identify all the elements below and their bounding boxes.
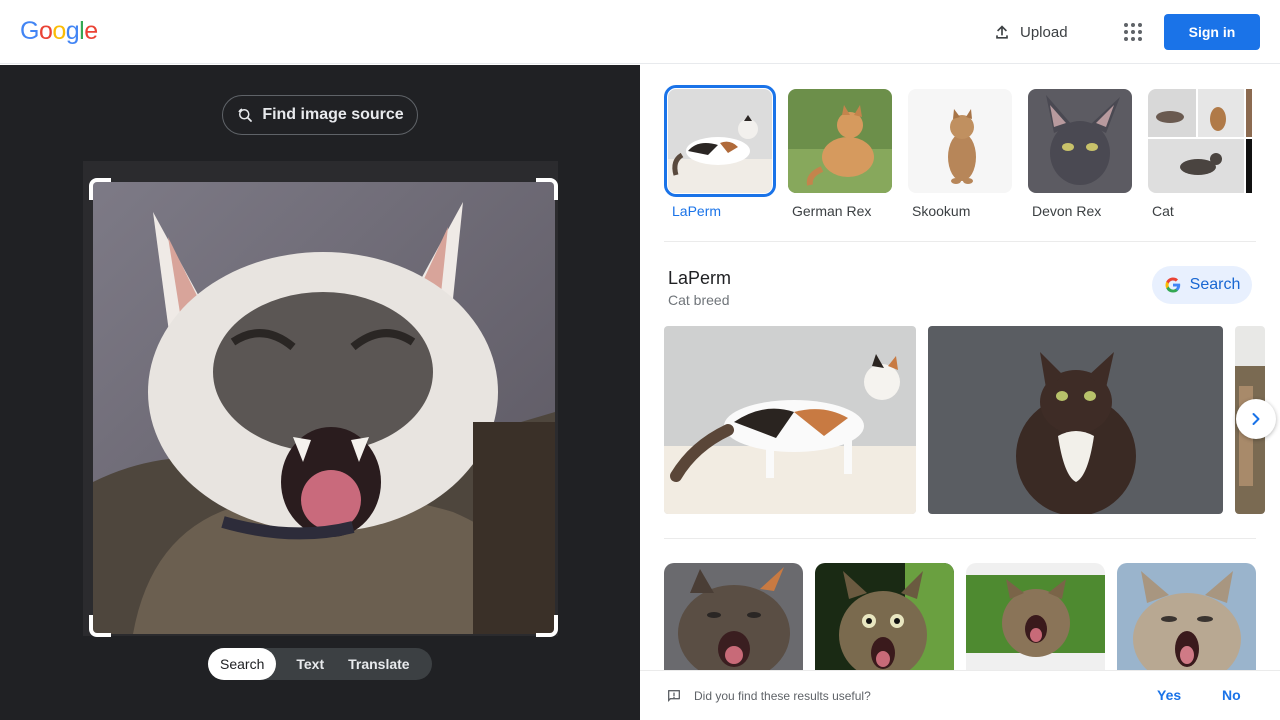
visual-match-2[interactable] — [815, 563, 954, 673]
thumb-german-rex-image — [788, 89, 892, 193]
result-image-calico-laperm[interactable] — [664, 326, 916, 514]
logo-letter-g: G — [20, 17, 39, 45]
crop-handle-bottom-right[interactable] — [536, 615, 558, 637]
thumb-skookum-image — [908, 89, 1012, 193]
feedback-no-button[interactable]: No — [1222, 687, 1241, 703]
visual-match-4[interactable] — [1117, 563, 1256, 673]
thumb-german-rex-label: German Rex — [792, 203, 872, 219]
lens-search-icon — [238, 108, 253, 122]
feedback-yes-button[interactable]: Yes — [1157, 687, 1181, 703]
feedback-bar: Did you find these results useful? Yes N… — [640, 670, 1280, 720]
mode-translate-tab[interactable]: Translate — [338, 648, 421, 680]
crop-handle-bottom-left[interactable] — [89, 615, 111, 637]
entity-subtitle: Cat breed — [668, 292, 730, 308]
results-panel: LaPerm German Rex Skookum Devon Rex Cat — [640, 65, 1280, 720]
upload-label: Upload — [1020, 23, 1068, 41]
divider — [664, 241, 1256, 242]
google-g-icon — [1165, 277, 1180, 293]
mode-text-tab[interactable]: Text — [276, 648, 338, 680]
thumb-cat-image — [1148, 89, 1252, 193]
sign-in-button[interactable]: Sign in — [1164, 14, 1260, 50]
google-logo[interactable]: Google — [20, 17, 98, 46]
logo-letter-g2: g — [65, 17, 80, 45]
thumb-german-rex[interactable]: German Rex — [788, 89, 892, 219]
find-image-source-button[interactable]: Find image source — [222, 95, 418, 135]
related-breeds-carousel: LaPerm German Rex Skookum Devon Rex Cat — [664, 85, 1256, 219]
thumb-cat[interactable]: Cat — [1148, 89, 1252, 219]
logo-letter-o1: o — [38, 17, 53, 45]
feedback-icon — [668, 690, 680, 702]
result-image-brown-laperm[interactable] — [928, 326, 1223, 514]
logo-letter-o2: o — [52, 17, 66, 45]
crop-handle-top-right[interactable] — [536, 178, 558, 200]
carousel-next-button[interactable] — [1236, 399, 1276, 439]
thumb-laperm-label: LaPerm — [672, 203, 722, 219]
feedback-question: Did you find these results useful? — [694, 689, 871, 703]
entity-title: LaPerm — [668, 268, 732, 288]
find-image-source-label: Find image source — [262, 106, 404, 123]
mode-search-tab[interactable]: Search — [208, 648, 277, 680]
uploaded-cat-image[interactable] — [93, 182, 555, 634]
thumb-devon-rex-label: Devon Rex — [1032, 203, 1102, 219]
apps-grid-icon[interactable] — [1120, 20, 1144, 44]
logo-letter-e: e — [84, 17, 98, 45]
chevron-right-icon — [1252, 413, 1260, 425]
thumb-devon-rex-image — [1028, 89, 1132, 193]
top-header: Google Upload Sign in — [0, 0, 1280, 64]
visual-match-3[interactable] — [966, 563, 1105, 673]
upload-button[interactable]: Upload — [992, 20, 1068, 44]
upload-icon — [996, 25, 1008, 39]
lens-image-panel: Find image source Search Text Translate — [0, 65, 640, 720]
lens-mode-switcher: Search Text Translate — [208, 648, 432, 680]
thumb-skookum[interactable]: Skookum — [908, 89, 1012, 219]
thumb-skookum-label: Skookum — [912, 203, 971, 219]
thumb-laperm[interactable]: LaPerm — [664, 85, 776, 219]
thumb-devon-rex[interactable]: Devon Rex — [1028, 89, 1132, 219]
thumb-cat-label: Cat — [1152, 203, 1174, 219]
visual-match-1[interactable] — [664, 563, 803, 673]
google-search-button[interactable]: Search — [1152, 266, 1252, 304]
divider — [664, 538, 1256, 539]
crop-handle-top-left[interactable] — [89, 178, 111, 200]
thumb-laperm-image — [664, 85, 776, 197]
google-search-label: Search — [1189, 276, 1241, 293]
